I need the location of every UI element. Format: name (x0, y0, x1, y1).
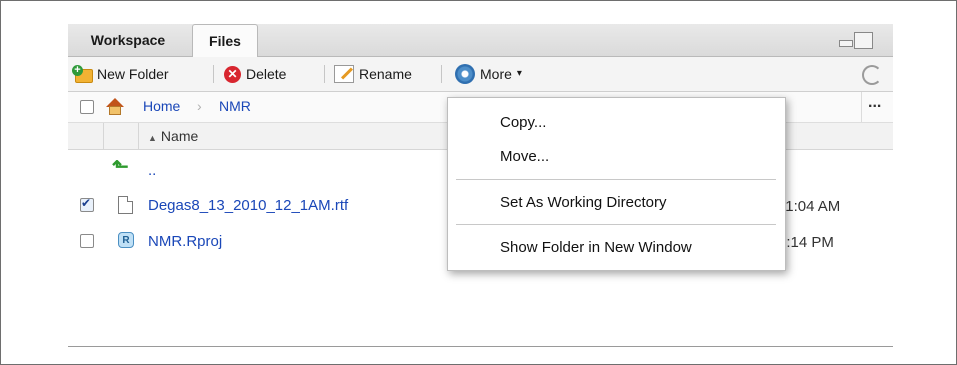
chevron-down-icon: ▾ (516, 68, 522, 79)
delete-label: Delete (246, 66, 287, 82)
toolbar-divider (213, 65, 214, 83)
new-folder-icon: + (72, 65, 93, 83)
file-name[interactable]: .. (148, 162, 156, 179)
breadcrumb-home[interactable]: Home (143, 98, 180, 114)
column-divider (138, 123, 139, 149)
delete-icon: ✕ (224, 65, 241, 83)
menu-separator (456, 179, 776, 180)
document-icon (118, 196, 133, 214)
home-icon[interactable] (106, 98, 124, 115)
new-folder-button[interactable]: + New Folder (72, 62, 169, 86)
column-divider (103, 123, 104, 149)
menu-item-copy[interactable]: Copy... (500, 114, 546, 131)
file-name[interactable]: NMR.Rproj (148, 233, 222, 250)
file-name[interactable]: Degas8_13_2010_12_1AM.rtf (148, 197, 348, 214)
refresh-icon[interactable] (862, 65, 882, 85)
rename-button[interactable]: Rename (334, 62, 412, 86)
file-checkbox[interactable] (80, 196, 94, 212)
maximize-icon[interactable] (854, 32, 873, 49)
name-column-header[interactable]: ▲ Name (148, 128, 198, 144)
rproj-icon: R (118, 232, 134, 248)
menu-item-move[interactable]: Move... (500, 148, 549, 165)
breadcrumb-separator: › (197, 98, 202, 114)
select-all-checkbox[interactable] (80, 100, 94, 114)
more-button[interactable]: More ▾ (455, 62, 522, 86)
file-modified: 11:04 AM (778, 198, 841, 215)
tab-bar: Workspace Files (68, 24, 893, 58)
name-column-label: Name (160, 128, 199, 144)
toolbar-divider (441, 65, 442, 83)
tab-workspace[interactable]: Workspace (68, 24, 188, 56)
menu-item-show-in-new-window[interactable]: Show Folder in New Window (500, 239, 692, 256)
tab-files[interactable]: Files (192, 24, 258, 58)
file-modified: 3:14 PM (778, 234, 834, 251)
overflow-menu-button[interactable]: ... (868, 94, 881, 112)
sort-ascending-icon: ▲ (148, 133, 157, 143)
menu-separator (456, 224, 776, 225)
up-arrow-icon: ⬑ (112, 156, 129, 178)
more-dropdown-menu: Copy... Move... Set As Working Directory… (447, 97, 786, 271)
toolbar-divider (324, 65, 325, 83)
new-folder-label: New Folder (97, 66, 169, 82)
minimize-icon[interactable] (839, 40, 853, 47)
file-checkbox[interactable] (80, 234, 94, 248)
breadcrumb-nmr[interactable]: NMR (219, 98, 251, 114)
gear-icon (455, 64, 475, 84)
rename-label: Rename (359, 66, 412, 82)
more-label: More (480, 66, 512, 82)
rename-icon (334, 65, 354, 83)
menu-item-set-working-directory[interactable]: Set As Working Directory (500, 194, 666, 211)
overflow-divider (861, 92, 862, 122)
delete-button[interactable]: ✕ Delete (224, 62, 286, 86)
files-toolbar: + New Folder ✕ Delete Rename More ▾ (68, 57, 893, 92)
